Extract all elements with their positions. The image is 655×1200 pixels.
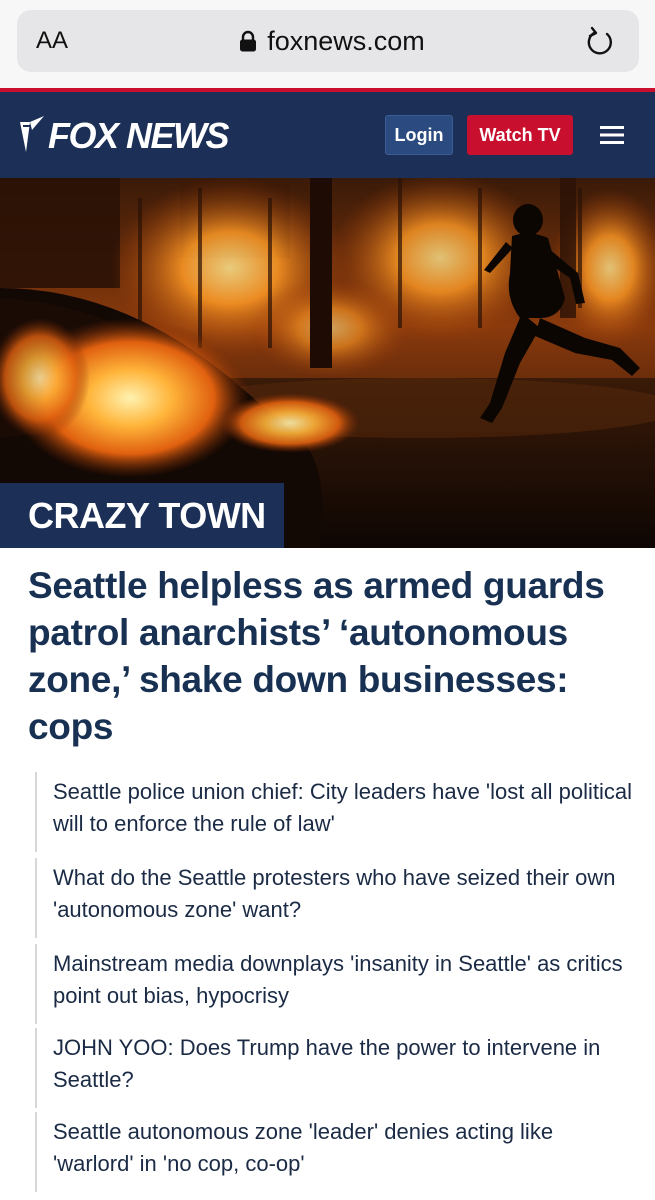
login-button[interactable]: Login <box>385 115 453 155</box>
related-link[interactable]: JOHN YOO: Does Trump have the power to i… <box>35 1028 635 1108</box>
article-headline[interactable]: Seattle helpless as armed guards patrol … <box>28 562 633 750</box>
section-tag[interactable]: CRAZY TOWN <box>0 483 284 548</box>
lock-icon <box>240 30 257 52</box>
url-field[interactable]: AA foxnews.com <box>17 10 639 72</box>
logo-text: FOX NEWS <box>48 115 230 156</box>
hamburger-menu-icon[interactable] <box>598 123 626 147</box>
related-link[interactable]: What do the Seattle protesters who have … <box>35 858 635 938</box>
related-link[interactable]: Seattle police union chief: City leaders… <box>35 772 635 852</box>
fox-news-logo[interactable]: FOX NEWS <box>18 114 230 158</box>
related-link[interactable]: Mainstream media downplays 'insanity in … <box>35 944 635 1024</box>
related-link[interactable]: Seattle autonomous zone 'leader' denies … <box>35 1112 635 1192</box>
site-header: FOX NEWS Login Watch TV <box>0 88 655 178</box>
browser-address-bar: AA foxnews.com <box>0 0 655 88</box>
fox-logo-slash-icon <box>20 116 44 152</box>
reload-icon[interactable] <box>585 25 615 57</box>
url-display[interactable]: foxnews.com <box>17 24 639 58</box>
url-text: foxnews.com <box>267 26 425 56</box>
watch-tv-button[interactable]: Watch TV <box>467 115 573 155</box>
